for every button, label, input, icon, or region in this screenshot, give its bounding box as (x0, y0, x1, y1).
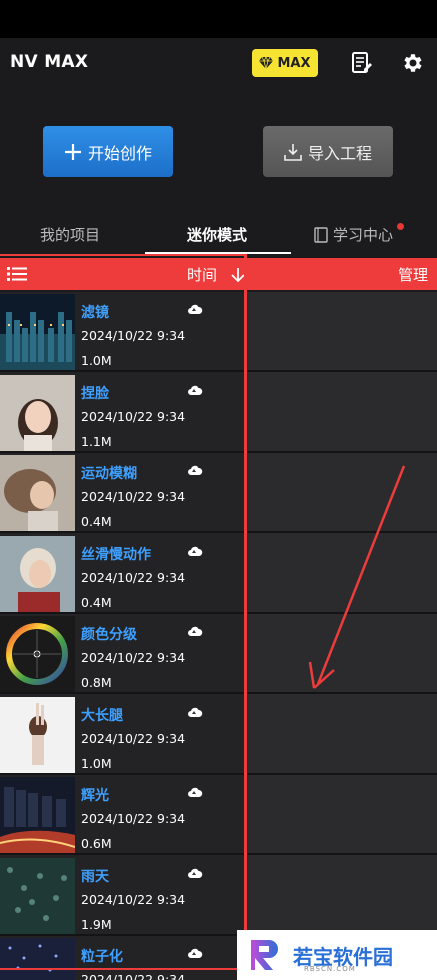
project-thumbnail[interactable] (0, 777, 75, 853)
project-thumbnail[interactable] (0, 374, 75, 451)
cloud-sync-icon[interactable] (187, 544, 203, 558)
cloud-sync-icon[interactable] (187, 624, 203, 638)
list-view-icon[interactable] (7, 266, 27, 282)
project-thumbnail[interactable] (0, 455, 75, 531)
top-bar: NV MAX MAX (0, 38, 437, 88)
project-size: 0.8M (81, 675, 112, 690)
project-size: 0.4M (81, 514, 112, 529)
create-button-label: 开始创作 (87, 143, 152, 163)
cloud-sync-icon[interactable] (187, 463, 203, 477)
sort-control[interactable]: 时间 (187, 264, 245, 285)
project-size: 1.9M (81, 916, 112, 932)
cloud-sync-icon[interactable] (187, 785, 203, 799)
sort-label: 时间 (187, 266, 218, 284)
project-date: 2024/10/22 9:34 (81, 650, 186, 665)
project-name: 颜色分级 (81, 627, 137, 643)
project-date: 2024/10/22 9:34 (81, 489, 186, 504)
project-size: 1.0M (81, 755, 112, 771)
cloud-sync-icon[interactable] (187, 866, 203, 880)
plus-icon (64, 143, 81, 160)
project-row[interactable]: 雨天 2024/10/22 9:34 1.9M (0, 856, 437, 936)
project-thumbnail[interactable] (0, 535, 75, 612)
logo-r-icon (251, 940, 278, 970)
project-thumbnail[interactable] (0, 857, 75, 934)
app-title: NV MAX (10, 52, 89, 72)
cloud-sync-icon[interactable] (187, 946, 203, 960)
project-row[interactable]: 大长腿 2024/10/22 9:34 1.0M (0, 695, 437, 775)
arrow-down-icon (231, 267, 245, 282)
project-name: 大长腿 (81, 707, 123, 724)
project-name: 运动模糊 (81, 466, 137, 482)
project-thumbnail[interactable] (0, 294, 75, 370)
manage-button[interactable]: 管理 (398, 264, 428, 285)
max-badge[interactable]: MAX (252, 49, 318, 77)
cloud-sync-icon[interactable] (187, 383, 203, 397)
download-icon (284, 143, 302, 161)
app-screen: NV MAX MAX 开始创作 导入工程 我的项目 迷你模式 学习中心 时间 管… (0, 38, 437, 980)
project-name: 雨天 (81, 868, 109, 885)
import-button[interactable]: 导入工程 (263, 126, 393, 177)
create-button[interactable]: 开始创作 (43, 126, 173, 177)
highlight-box-top (0, 254, 246, 256)
project-row[interactable]: 捏脸 2024/10/22 9:34 1.1M (0, 373, 437, 453)
project-thumbnail[interactable] (0, 938, 75, 980)
project-date: 2024/10/22 9:34 (81, 328, 186, 343)
highlight-box-bottom (0, 968, 246, 970)
project-name: 捏脸 (81, 385, 109, 402)
tab-learning-center-label: 学习中心 (333, 226, 394, 244)
project-date: 2024/10/22 9:34 (81, 972, 186, 980)
list-toolbar: 时间 管理 (0, 258, 437, 290)
tab-bar: 我的项目 迷你模式 学习中心 (0, 216, 437, 256)
project-list: 滤镜 2024/10/22 9:34 1.0M 捏脸 2024/10/22 9:34 1.… (0, 292, 437, 980)
project-name: 丝滑慢动作 (81, 546, 151, 563)
highlight-box-edge (244, 254, 247, 970)
project-name: 滤镜 (81, 305, 109, 321)
document-icon[interactable] (352, 52, 372, 74)
project-thumbnail[interactable] (0, 616, 75, 692)
project-date: 2024/10/22 9:34 (81, 408, 186, 424)
annotation-arrow (308, 465, 406, 689)
project-row[interactable]: 辉光 2024/10/22 9:34 0.6M (0, 775, 437, 855)
project-date: 2024/10/22 9:34 (81, 730, 186, 746)
notification-dot (397, 223, 404, 230)
project-size: 0.6M (81, 836, 112, 851)
project-date: 2024/10/22 9:34 (81, 569, 186, 585)
project-size: 0.4M (81, 594, 112, 610)
diamond-icon (259, 57, 274, 69)
import-button-label: 导入工程 (307, 143, 372, 163)
tab-my-projects[interactable]: 我的项目 (40, 224, 100, 245)
project-name: 辉光 (81, 788, 109, 804)
tab-learning-center[interactable]: 学习中心 (314, 224, 393, 245)
project-size: 1.1M (81, 433, 112, 449)
tab-mini-mode[interactable]: 迷你模式 (187, 224, 247, 245)
book-icon (314, 226, 328, 243)
max-badge-label: MAX (277, 55, 311, 71)
project-thumbnail[interactable] (0, 696, 75, 773)
status-bar (0, 0, 437, 38)
project-row[interactable]: 滤镜 2024/10/22 9:34 1.0M (0, 292, 437, 372)
cloud-sync-icon[interactable] (187, 705, 203, 719)
project-date: 2024/10/22 9:34 (81, 811, 186, 826)
gear-icon[interactable] (400, 51, 424, 75)
project-date: 2024/10/22 9:34 (81, 891, 186, 907)
cloud-sync-icon[interactable] (187, 302, 203, 316)
project-name: 粒子化 (81, 949, 123, 965)
project-size: 1.0M (81, 353, 112, 368)
watermark-sub: RBSCN.COM (304, 965, 356, 973)
